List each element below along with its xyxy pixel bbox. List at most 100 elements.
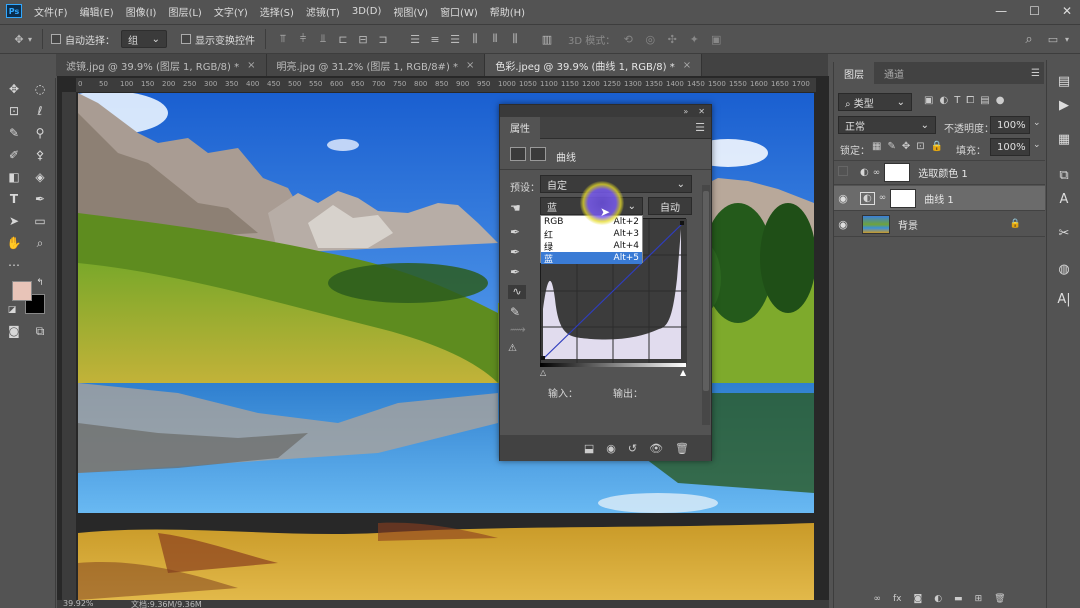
quick-mask-icon[interactable]: ◙	[4, 322, 24, 340]
quick-select-tool-icon[interactable]: ✎	[4, 124, 24, 142]
pixel-filter-icon[interactable]: ▣	[924, 95, 933, 106]
search-icon[interactable]: ⌕	[1022, 32, 1036, 47]
swatches-icon[interactable]: ▦	[1055, 130, 1073, 148]
3d-roll-icon[interactable]: ◎	[643, 32, 657, 46]
menu-item-red[interactable]: 红 Alt+3	[541, 228, 642, 241]
panel-title-bar[interactable]: » ✕	[500, 105, 711, 117]
shape-filter-icon[interactable]: ⧠	[966, 95, 974, 106]
type-tool-icon[interactable]: T	[4, 190, 24, 208]
lock-artboard-icon[interactable]: ⊡	[916, 141, 924, 152]
eraser-tool-icon[interactable]: ◧	[4, 168, 24, 186]
trash-icon[interactable]: 🗑	[675, 442, 689, 455]
curve-point-tool-icon[interactable]: ∿	[508, 285, 526, 299]
distribute-hcenter-icon[interactable]: ⦀	[488, 32, 502, 46]
scrollbar-thumb[interactable]	[703, 191, 709, 391]
type-filter-icon[interactable]: T	[954, 95, 960, 106]
menu-window[interactable]: 窗口(W)	[440, 4, 478, 19]
align-right-icon[interactable]: ⊐	[376, 32, 390, 46]
layer-row[interactable]: ◉ 背景 🔒	[834, 212, 1045, 237]
layer-row[interactable]: ◉ ◐ ∞ 曲线 1	[834, 186, 1045, 211]
target-adjust-icon[interactable]: ☚	[510, 201, 521, 215]
layer-mask-thumbnail[interactable]	[890, 188, 917, 208]
new-group-icon[interactable]: ▬	[954, 594, 963, 608]
character-icon[interactable]: A	[1055, 190, 1073, 208]
clone-source-icon[interactable]: ⧉	[1055, 166, 1073, 184]
auto-select-dropdown[interactable]: 组 ⌄	[121, 30, 167, 48]
distribute-bottom-icon[interactable]: ☰	[448, 32, 462, 46]
foreground-color-swatch[interactable]	[12, 281, 32, 301]
smart-object-filter-icon[interactable]: ▤	[980, 95, 989, 106]
default-colors-icon[interactable]: ◪	[6, 304, 18, 316]
black-point-slider[interactable]: △	[540, 368, 546, 377]
lock-transparent-icon[interactable]: ▦	[872, 141, 881, 152]
distribute-top-icon[interactable]: ☰	[408, 32, 422, 46]
filter-toggle-icon[interactable]: ●	[996, 95, 1005, 106]
path-select-tool-icon[interactable]: ➤	[4, 212, 24, 230]
gray-eyedropper-icon[interactable]: ✒	[510, 245, 520, 259]
align-left-icon[interactable]: ⊏	[336, 32, 350, 46]
tab-properties[interactable]: 属性	[500, 116, 540, 139]
eyedropper-tool-icon[interactable]: ⚲	[30, 124, 50, 142]
layer-mask-thumbnail[interactable]	[884, 163, 911, 182]
move-tool-icon[interactable]: ✥	[4, 80, 24, 98]
clip-to-layer-icon[interactable]: ⬓	[584, 442, 594, 455]
more-tools-icon[interactable]: ⋯	[4, 256, 24, 274]
minimize-button[interactable]: —	[995, 4, 1007, 18]
panel-scrollbar[interactable]	[702, 185, 710, 425]
layer-name[interactable]: 背景	[898, 217, 918, 232]
3d-slide-icon[interactable]: ✦	[687, 32, 701, 46]
workspace-icon[interactable]: ▭	[1046, 32, 1060, 46]
curves-adjustment-icon[interactable]	[510, 147, 526, 161]
stamp-tool-icon[interactable]: ⚴	[30, 146, 50, 164]
fx-icon[interactable]: fx	[893, 594, 902, 608]
artboard-tool-icon[interactable]: ⊡	[4, 102, 24, 120]
layer-name[interactable]: 曲线 1	[924, 191, 954, 206]
menu-select[interactable]: 选择(S)	[260, 4, 294, 19]
black-eyedropper-icon[interactable]: ✒	[510, 225, 520, 239]
auto-select-checkbox[interactable]	[51, 34, 61, 44]
visibility-eye-icon[interactable]: 👁	[649, 442, 663, 455]
background-thumbnail[interactable]	[862, 214, 890, 234]
filter-kind-dropdown[interactable]: ⌕ 类型 ⌄	[838, 93, 912, 111]
lasso-tool-icon[interactable]: ℓ	[30, 102, 50, 120]
zoom-tool-icon[interactable]: ⌕	[30, 234, 50, 252]
distribute-left-icon[interactable]: ⫼	[468, 32, 482, 46]
chevron-down-icon[interactable]: ⌄	[1033, 118, 1041, 128]
menu-help[interactable]: 帮助(H)	[490, 4, 525, 19]
menu-type[interactable]: 文字(Y)	[214, 4, 248, 19]
3d-rotate-icon[interactable]: ⟲	[621, 32, 635, 46]
collapse-icon[interactable]: »	[683, 107, 688, 116]
chevron-down-icon[interactable]: ⌄	[1033, 140, 1041, 150]
auto-button[interactable]: 自动	[648, 197, 692, 215]
distribute-right-icon[interactable]: ⫼	[508, 32, 522, 46]
panel-menu-icon[interactable]: ☰	[695, 121, 705, 134]
tab-filter-doc[interactable]: 滤镜.jpg @ 39.9% (图层 1, RGB/8) * ×	[56, 54, 267, 76]
smooth-curve-icon[interactable]: ⟿	[510, 323, 526, 336]
menu-filter[interactable]: 滤镜(T)	[306, 4, 340, 19]
new-layer-icon[interactable]: ⊞	[975, 594, 983, 608]
visibility-eye-icon[interactable]: ◉	[834, 192, 852, 205]
align-bottom-icon[interactable]: ⫫	[316, 32, 330, 46]
3d-scale-icon[interactable]: ▣	[709, 32, 723, 46]
close-icon[interactable]: ×	[466, 60, 474, 71]
menu-view[interactable]: 视图(V)	[393, 4, 428, 19]
align-hcenter-icon[interactable]: ⊟	[356, 32, 370, 46]
distribute-vcenter-icon[interactable]: ≡	[428, 32, 442, 46]
trash-icon[interactable]: 🗑	[994, 594, 1005, 608]
lock-image-icon[interactable]: ✎	[887, 141, 895, 152]
menu-layer[interactable]: 图层(L)	[168, 4, 201, 19]
visibility-eye-icon[interactable]: ◉	[834, 218, 852, 231]
view-previous-icon[interactable]: ◉	[606, 442, 616, 455]
tab-color-doc[interactable]: 色彩.jpeg @ 39.9% (曲线 1, RGB/8) * ×	[485, 54, 703, 76]
pen-tool-icon[interactable]: ✒	[30, 190, 50, 208]
lock-position-icon[interactable]: ✥	[902, 141, 910, 152]
tools-preset-icon[interactable]: ✂	[1055, 224, 1073, 242]
swap-colors-icon[interactable]: ↰	[34, 277, 46, 289]
reset-icon[interactable]: ↺	[628, 442, 637, 455]
actions-play-icon[interactable]: ▶	[1055, 96, 1073, 114]
align-vcenter-icon[interactable]: ⫩	[296, 32, 310, 46]
clipping-warning-icon[interactable]: ⚠	[508, 343, 517, 354]
close-icon[interactable]: ×	[247, 60, 255, 71]
add-mask-icon[interactable]: ◙	[913, 594, 922, 608]
tab-channels[interactable]: 通道	[874, 62, 914, 84]
